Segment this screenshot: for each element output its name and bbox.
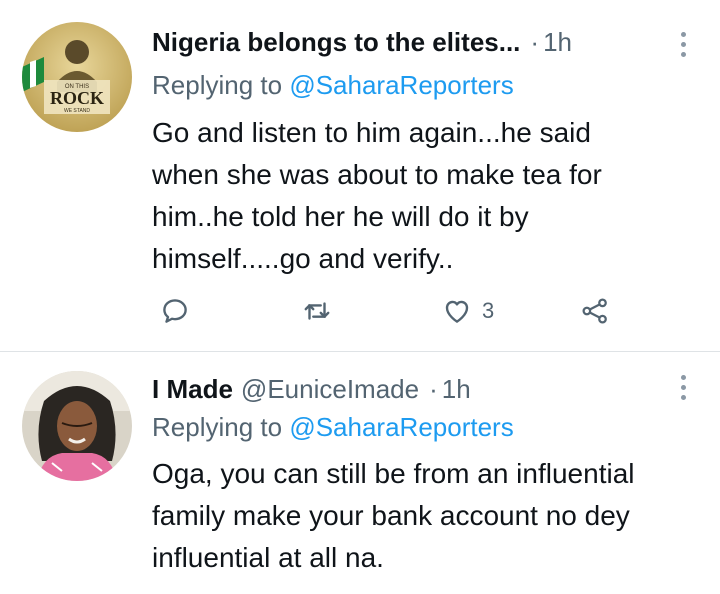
tweet-text-line: influential at all na. xyxy=(152,542,384,573)
avatar-text-main: ROCK xyxy=(50,88,104,108)
like-count: 3 xyxy=(482,298,495,323)
tweet-text-line: himself.....go and verify.. xyxy=(152,243,454,274)
replying-prefix: Replying to xyxy=(152,70,283,100)
tweet-card[interactable]: I Made @EuniceImade · 1h Replying to @Sa… xyxy=(0,353,720,594)
retweet-icon xyxy=(304,302,330,320)
display-name[interactable]: Nigeria belongs to the elites... xyxy=(152,27,520,58)
timestamp[interactable]: 1h xyxy=(442,374,471,405)
tweet-text-line: Go and listen to him again...he said xyxy=(152,117,591,148)
tweet-text-line: him..he told her he will do it by xyxy=(152,201,529,232)
display-name[interactable]: I Made xyxy=(152,374,233,405)
share-button[interactable] xyxy=(580,291,610,331)
more-options-icon[interactable] xyxy=(678,375,688,400)
reply-button[interactable] xyxy=(160,291,190,331)
replying-prefix: Replying to xyxy=(152,412,283,442)
like-button[interactable]: 3 xyxy=(442,291,494,331)
retweet-button[interactable] xyxy=(302,291,332,331)
timestamp[interactable]: 1h xyxy=(543,27,572,58)
separator-dot: · xyxy=(429,373,438,404)
user-avatar[interactable]: ON THIS ROCK WE STAND xyxy=(22,22,132,132)
share-icon xyxy=(582,298,607,324)
tweet-text: Go and listen to him again...he said whe… xyxy=(152,112,700,280)
separator-dot: · xyxy=(530,26,540,57)
replying-to-link[interactable]: @SaharaReporters xyxy=(289,412,513,442)
replying-to: Replying to @SaharaReporters xyxy=(152,70,514,101)
replying-to-link[interactable]: @SaharaReporters xyxy=(289,70,513,100)
more-options-icon[interactable] xyxy=(678,32,688,57)
user-handle[interactable]: @EuniceImade xyxy=(241,374,419,405)
user-avatar[interactable] xyxy=(22,371,132,481)
tweet-actions: 3 xyxy=(152,291,622,331)
avatar-text-bottom: WE STAND xyxy=(64,108,90,114)
replying-to: Replying to @SaharaReporters xyxy=(152,412,514,443)
tweet-header: Nigeria belongs to the elites... · 1h xyxy=(152,22,720,62)
heart-icon xyxy=(445,300,469,323)
tweet-card[interactable]: ON THIS ROCK WE STAND Nigeria belongs to… xyxy=(0,0,720,352)
tweet-text-line: when she was about to make tea for xyxy=(152,159,602,190)
tweet-header: I Made @EuniceImade · 1h xyxy=(152,369,720,409)
tweet-text: Oga, you can still be from an influentia… xyxy=(152,453,700,579)
tweet-text-line: family make your bank account no dey xyxy=(152,500,630,531)
tweet-text-line: Oga, you can still be from an influentia… xyxy=(152,458,635,489)
reply-icon xyxy=(163,299,187,323)
